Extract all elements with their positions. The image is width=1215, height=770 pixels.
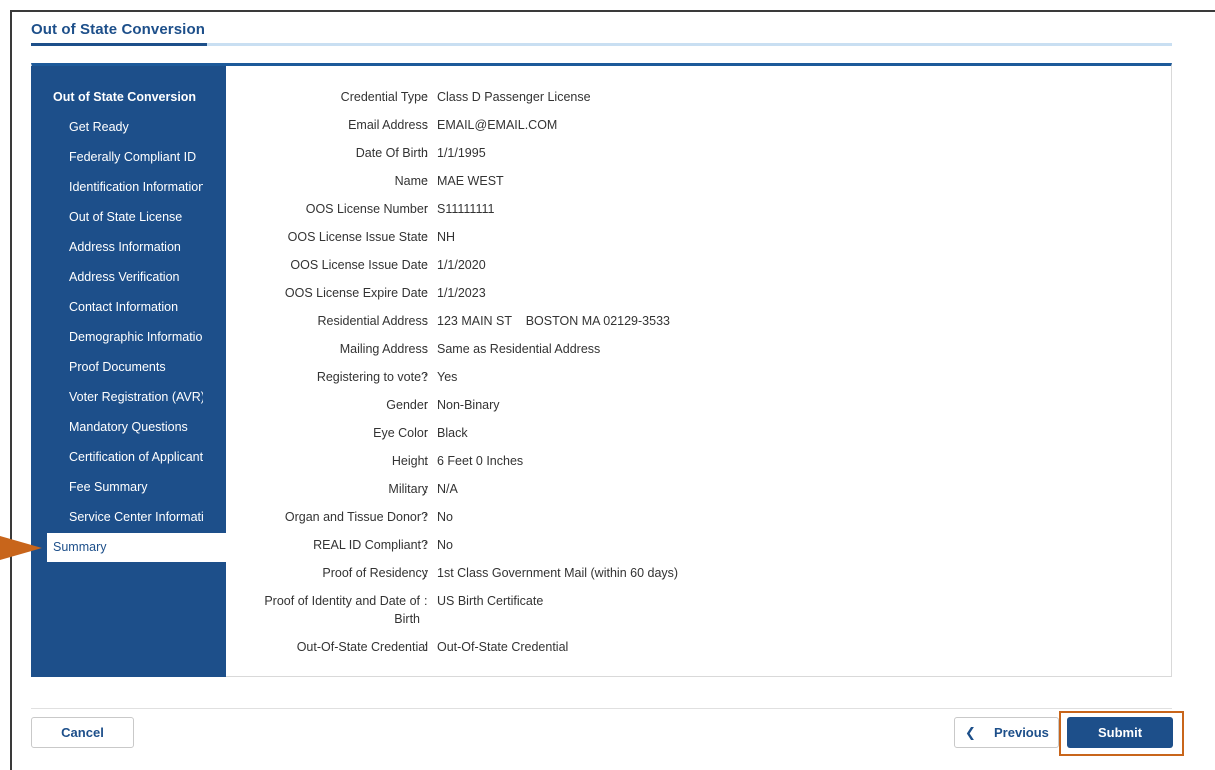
sidebar-item-contact-information[interactable]: Contact Information (69, 297, 203, 317)
row-value-mailing-address: Same as Residential Address (437, 342, 601, 356)
sidebar-item-identification-information[interactable]: Identification Information (69, 177, 203, 197)
row-label-out-of-state-credential: Out-Of-State Credential (296, 640, 428, 654)
row-label-mailing-address: Mailing Address (339, 342, 428, 356)
row-colon: : (424, 640, 428, 654)
row-label-proof-of-residency: Proof of Residency (322, 566, 428, 580)
row-colon: : (424, 370, 428, 384)
previous-button-label: Previous (994, 725, 1049, 740)
row-value-eye-color: Black (437, 426, 468, 440)
row-colon: : (424, 454, 428, 468)
sidebar-item-summary[interactable]: Summary (47, 533, 227, 562)
row-value-credential-type: Class D Passenger License (437, 90, 591, 104)
row-value-gender: Non-Binary (437, 398, 500, 412)
sidebar-item-federally-compliant-id[interactable]: Federally Compliant ID (69, 147, 203, 167)
row-colon: : (424, 230, 428, 244)
row-label-oos-license-expire-date: OOS License Expire Date (284, 286, 428, 300)
title-underline-accent (31, 43, 207, 46)
row-label-height: Height (391, 454, 428, 468)
pointer-arrow-icon (0, 536, 42, 560)
previous-button[interactable]: ❮ Previous (954, 717, 1059, 748)
row-label-credential-type: Credential Type (340, 90, 428, 104)
sidebar-item-demographic-information[interactable]: Demographic Information (69, 327, 203, 347)
row-label-residential-address: Residential Address (317, 314, 428, 328)
row-colon: : (424, 202, 428, 216)
row-label-oos-license-number: OOS License Number (305, 202, 428, 216)
row-label-proof-of-identity: Proof of Identity and Date of Birth (264, 594, 420, 626)
row-value-oos-license-expire-date: 1/1/2023 (437, 286, 486, 300)
row-label-gender: Gender (386, 398, 428, 412)
sidebar-item-summary-label: Summary (53, 540, 107, 554)
row-label-name: Name (394, 174, 428, 188)
sidebar-item-fee-summary[interactable]: Fee Summary (69, 477, 203, 497)
row-colon: : (424, 426, 428, 440)
row-colon: : (424, 342, 428, 356)
row-value-oos-license-number: S11111111 (437, 202, 495, 216)
row-label-email-address: Email Address (348, 118, 428, 132)
submit-button[interactable]: Submit (1067, 717, 1173, 748)
row-colon: : (424, 510, 428, 524)
row-colon: : (424, 538, 428, 552)
row-label-military: Military (388, 482, 428, 496)
sidebar-heading[interactable]: Out of State Conversion (53, 90, 196, 104)
row-value-oos-license-issue-state: NH (437, 230, 456, 244)
sidebar-item-get-ready[interactable]: Get Ready (69, 117, 203, 137)
row-colon: : (424, 118, 428, 132)
row-label-oos-license-issue-state: OOS License Issue State (287, 230, 428, 244)
row-value-email-address: EMAIL@EMAIL.COM (437, 118, 558, 132)
row-value-military: N/A (437, 482, 458, 496)
row-value-height: 6 Feet 0 Inches (437, 454, 524, 468)
chevron-left-icon: ❮ (965, 725, 976, 740)
row-label-date-of-birth: Date Of Birth (355, 146, 428, 160)
row-value-proof-of-identity: US Birth Certificate (437, 594, 544, 608)
row-label-oos-license-issue-date: OOS License Issue Date (290, 258, 428, 272)
row-value-proof-of-residency: 1st Class Government Mail (within 60 day… (437, 566, 679, 580)
row-value-real-id-compliant: No (437, 538, 453, 552)
row-value-out-of-state-credential: Out-Of-State Credential (437, 640, 569, 654)
row-value-registering-to-vote: Yes (437, 370, 458, 384)
sidebar-item-certification-of-applicant[interactable]: Certification of Applicant (69, 447, 203, 467)
cancel-button[interactable]: Cancel (31, 717, 134, 748)
sidebar-item-mandatory-questions[interactable]: Mandatory Questions (69, 417, 203, 437)
row-colon: : (424, 174, 428, 188)
row-value-date-of-birth: 1/1/1995 (437, 146, 486, 160)
row-value-residential-address: 123 MAIN ST BOSTON MA 02129-3533 (437, 314, 670, 328)
row-label-organ-donor: Organ and Tissue Donor? (284, 510, 428, 524)
footer-divider (31, 708, 1172, 709)
sidebar-item-proof-documents[interactable]: Proof Documents (69, 357, 203, 377)
row-label-eye-color: Eye Color (373, 426, 428, 440)
sidebar-item-address-verification[interactable]: Address Verification (69, 267, 203, 287)
row-label-real-id-compliant: REAL ID Compliant? (313, 538, 428, 552)
row-colon: : (424, 594, 428, 608)
sidebar-item-service-center-information[interactable]: Service Center Information (69, 507, 203, 527)
row-value-organ-donor: No (437, 510, 453, 524)
row-colon: : (424, 146, 428, 160)
row-colon: : (424, 566, 428, 580)
row-value-name: MAE WEST (437, 174, 504, 188)
row-colon: : (424, 398, 428, 412)
row-colon: : (424, 314, 428, 328)
row-value-oos-license-issue-date: 1/1/2020 (437, 258, 486, 272)
sidebar-item-voter-registration[interactable]: Voter Registration (AVR) (69, 387, 203, 407)
page-title: Out of State Conversion (31, 21, 205, 38)
row-colon: : (424, 90, 428, 104)
row-colon: : (424, 258, 428, 272)
row-colon: : (424, 482, 428, 496)
row-colon: : (424, 286, 428, 300)
sidebar-item-out-of-state-license[interactable]: Out of State License (69, 207, 203, 227)
sidebar-item-address-information[interactable]: Address Information (69, 237, 203, 257)
row-label-registering-to-vote: Registering to vote? (316, 370, 428, 384)
